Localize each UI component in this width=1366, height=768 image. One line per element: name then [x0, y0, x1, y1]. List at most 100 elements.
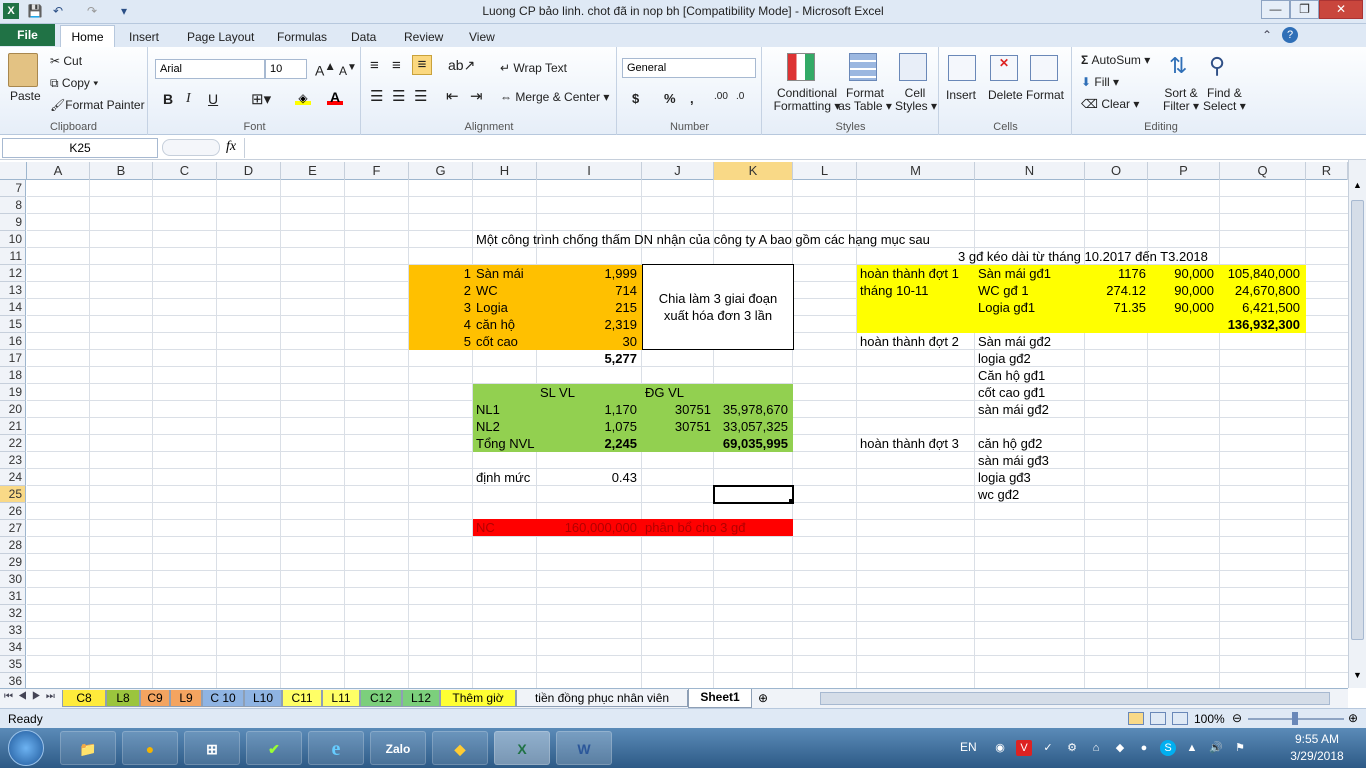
- increase-decimal-icon[interactable]: .00: [714, 91, 728, 102]
- close-button[interactable]: ✕: [1319, 0, 1363, 19]
- column-header[interactable]: Q: [1220, 162, 1306, 180]
- italic-button[interactable]: I: [186, 91, 191, 107]
- column-header[interactable]: M: [857, 162, 975, 180]
- fill-color-icon[interactable]: ◈: [295, 91, 311, 105]
- cell-n16[interactable]: Sàn mái gđ2: [978, 333, 1051, 350]
- cell-k21[interactable]: 33,057,325: [714, 418, 788, 435]
- row-header[interactable]: 27: [0, 520, 26, 537]
- cell-q12[interactable]: 105,840,000: [1220, 265, 1300, 282]
- taskbar-word[interactable]: W: [556, 731, 612, 765]
- row-header[interactable]: 28: [0, 537, 26, 554]
- fill-handle[interactable]: [789, 499, 794, 504]
- tab-data[interactable]: Data: [342, 27, 385, 47]
- sheet-tab-l9[interactable]: L9: [170, 690, 202, 707]
- taskbar-ie[interactable]: e: [308, 731, 364, 765]
- tray-app2-icon[interactable]: ◆: [1112, 740, 1128, 756]
- row-header[interactable]: 16: [0, 333, 26, 350]
- insert-sheet-icon[interactable]: ⊕: [758, 691, 768, 705]
- fill-button[interactable]: ⬇ Fill ▾: [1081, 75, 1119, 89]
- cell-j19[interactable]: ĐG VL: [645, 384, 684, 401]
- column-header[interactable]: C: [153, 162, 217, 180]
- cell-q14[interactable]: 6,421,500: [1220, 299, 1300, 316]
- cell-i21[interactable]: 1,075: [537, 418, 637, 435]
- align-right-icon[interactable]: ☰: [414, 87, 427, 105]
- sheet-tab-c8[interactable]: C8: [62, 690, 106, 707]
- taskbar-zalo[interactable]: Zalo: [370, 731, 426, 765]
- taskbar-app4[interactable]: ✔: [246, 731, 302, 765]
- row-header[interactable]: 19: [0, 384, 26, 401]
- tray-zalo-icon[interactable]: ◉: [992, 740, 1008, 756]
- row-header[interactable]: 29: [0, 554, 26, 571]
- font-name-combo[interactable]: Arial: [155, 59, 265, 79]
- row-header[interactable]: 12: [0, 265, 26, 282]
- tray-tool-icon[interactable]: ⚙: [1064, 740, 1080, 756]
- autosum-button[interactable]: Σ AutoSum ▾: [1081, 53, 1150, 67]
- tab-formulas[interactable]: Formulas: [268, 27, 336, 47]
- clock-date[interactable]: 3/29/2018: [1282, 749, 1352, 763]
- cell-n25[interactable]: wc gđ2: [978, 486, 1019, 503]
- phase-note-box[interactable]: Chia làm 3 giai đoạn xuất hóa đơn 3 lần: [642, 264, 794, 350]
- sheet-tab-l8[interactable]: L8: [106, 690, 140, 707]
- horizontal-scrollbar[interactable]: [820, 692, 1330, 705]
- taskbar-excel[interactable]: X: [494, 731, 550, 765]
- format-button[interactable]: Format: [1026, 88, 1064, 102]
- sheet-tab-them-gio[interactable]: Thêm giờ: [440, 690, 516, 707]
- cell-p12[interactable]: 90,000: [1148, 265, 1214, 282]
- decrease-indent-icon[interactable]: ⇤: [446, 87, 459, 105]
- row-header[interactable]: 34: [0, 639, 26, 656]
- cell-styles-icon[interactable]: [899, 53, 927, 81]
- clear-button[interactable]: ⌫ Clear ▾: [1081, 97, 1139, 111]
- sheet-tab-c12[interactable]: C12: [360, 690, 402, 707]
- column-header[interactable]: P: [1148, 162, 1220, 180]
- sort-filter-icon[interactable]: ⇅: [1169, 53, 1187, 79]
- page-layout-view-icon[interactable]: [1150, 712, 1166, 725]
- cell-n18[interactable]: Căn hộ gđ1: [978, 367, 1045, 384]
- cell-n20[interactable]: sàn mái gđ2: [978, 401, 1049, 418]
- column-header[interactable]: L: [793, 162, 857, 180]
- tray-v-icon[interactable]: V: [1016, 740, 1032, 756]
- cell-h12[interactable]: Sàn mái: [476, 265, 524, 282]
- tray-app4-icon[interactable]: ▲: [1184, 740, 1200, 756]
- column-header-selected[interactable]: K: [714, 162, 793, 180]
- cell-h20[interactable]: NL1: [476, 401, 500, 418]
- cell-g14[interactable]: 3: [409, 299, 473, 316]
- format-table-icon[interactable]: [849, 53, 877, 81]
- cell-n22[interactable]: căn hộ gđ2: [978, 435, 1042, 452]
- delete-button[interactable]: Delete: [988, 88, 1023, 102]
- tab-insert[interactable]: Insert: [120, 27, 168, 47]
- cell-i16[interactable]: 30: [537, 333, 637, 350]
- volume-icon[interactable]: 🔊: [1208, 740, 1224, 756]
- align-bottom-icon[interactable]: ≡: [412, 55, 432, 75]
- column-header[interactable]: A: [27, 162, 90, 180]
- cell-h15[interactable]: căn hộ: [476, 316, 515, 333]
- cell-i27[interactable]: 160,000,000: [537, 519, 637, 536]
- row-header[interactable]: 20: [0, 401, 26, 418]
- orientation-icon[interactable]: ab↗: [448, 57, 475, 74]
- cell-j21[interactable]: 30751: [642, 418, 711, 435]
- column-header[interactable]: D: [217, 162, 281, 180]
- paste-icon[interactable]: [8, 53, 38, 87]
- normal-view-icon[interactable]: [1128, 712, 1144, 725]
- help-icon[interactable]: ?: [1282, 27, 1298, 43]
- grow-font-icon[interactable]: A▲: [315, 60, 336, 79]
- column-header[interactable]: I: [537, 162, 642, 180]
- cell-i15[interactable]: 2,319: [537, 316, 637, 333]
- page-break-view-icon[interactable]: [1172, 712, 1188, 725]
- cell-h27[interactable]: NC: [476, 519, 495, 536]
- column-header[interactable]: J: [642, 162, 714, 180]
- cell-g16[interactable]: 5: [409, 333, 473, 350]
- row-header[interactable]: 8: [0, 197, 26, 214]
- sheet-nav-arrows-icon[interactable]: ⏮◀▶⏭: [4, 691, 60, 702]
- cell-n17[interactable]: logia gđ2: [978, 350, 1031, 367]
- cell-n11[interactable]: 3 gđ kéo dài từ tháng 10.2017 đến T3.201…: [958, 248, 1208, 265]
- sheet-tab-l12[interactable]: L12: [402, 690, 440, 707]
- cell-o13[interactable]: 274.12: [1085, 282, 1146, 299]
- row-header[interactable]: 10: [0, 231, 26, 248]
- cell-h21[interactable]: NL2: [476, 418, 500, 435]
- cell-j20[interactable]: 30751: [642, 401, 711, 418]
- flag-icon[interactable]: ⚑: [1232, 740, 1248, 756]
- vertical-scroll-thumb[interactable]: [1351, 200, 1364, 640]
- cell-m22[interactable]: hoàn thành đợt 3: [860, 435, 959, 452]
- zoom-in-icon[interactable]: ⊕: [1348, 711, 1358, 725]
- align-top-icon[interactable]: ≡: [370, 57, 379, 74]
